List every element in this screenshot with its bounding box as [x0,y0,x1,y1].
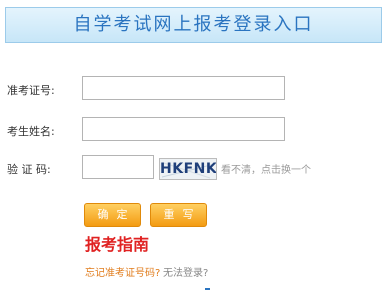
captcha-input[interactable] [82,155,154,179]
confirm-button[interactable]: 确定 [84,203,141,227]
exam-id-input[interactable] [82,76,285,100]
page-title: 自学考试网上报考登录入口 [73,14,314,35]
exam-id-label: 准考证号: [7,84,55,97]
forgot-exam-id-link[interactable]: 忘记准考证号码? [85,264,160,279]
name-label: 考生姓名: [7,125,55,138]
captcha-image[interactable]: HKFNK [159,158,217,180]
reset-button[interactable]: 重写 [150,203,207,227]
name-input[interactable] [82,117,285,141]
captcha-refresh-link[interactable]: 看不清，点击换一个 [221,161,311,176]
exam-guide-link[interactable]: 报考指南 [85,231,149,255]
captcha-label: 验 证 码: [7,163,51,176]
page-header: 自学考试网上报考登录入口 [5,7,382,43]
cannot-login-link[interactable]: 无法登录? [163,264,208,279]
captcha-code: HKFNK [160,161,217,177]
bottom-marker [205,288,210,290]
